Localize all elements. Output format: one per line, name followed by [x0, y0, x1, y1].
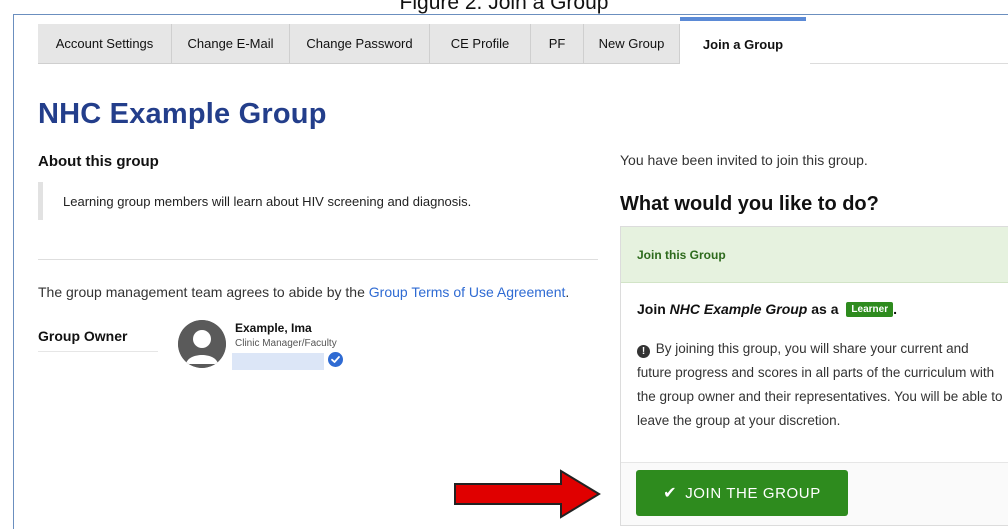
- tab-account-settings[interactable]: Account Settings: [38, 24, 172, 64]
- info-icon: !: [637, 345, 650, 358]
- tab-change-email[interactable]: Change E-Mail: [172, 24, 290, 64]
- join-suffix: .: [893, 301, 897, 317]
- terms-suffix: .: [565, 284, 570, 300]
- join-prefix: Join: [637, 301, 670, 317]
- figure-caption: Figure 2. Join a Group: [399, 0, 609, 14]
- role-badge: Learner: [846, 301, 894, 317]
- avatar-placeholder-icon: [178, 320, 226, 368]
- tab-change-password[interactable]: Change Password: [290, 24, 430, 64]
- group-owner-label: Group Owner: [38, 328, 128, 344]
- frame-top-line: [640, 14, 1008, 15]
- terms-prefix: The group management team agrees to abid…: [38, 284, 369, 300]
- tab-new-group[interactable]: New Group: [584, 24, 680, 64]
- about-heading: About this group: [38, 153, 159, 170]
- verified-badge-icon: [328, 352, 343, 367]
- tab-bar: Account Settings Change E-Mail Change Pa…: [38, 17, 806, 64]
- check-icon: ✔: [663, 485, 678, 502]
- tab-pf[interactable]: PF: [531, 24, 584, 64]
- join-button-label: JOIN THE GROUP: [685, 484, 821, 502]
- join-statement: Join NHC Example Group as a Learner .: [637, 301, 897, 317]
- invitation-text: You have been invited to join this group…: [620, 152, 868, 168]
- join-info-text: By joining this group, you will share yo…: [637, 341, 1003, 428]
- join-info: ! By joining this group, you will share …: [637, 337, 1005, 433]
- join-panel-header: Join this Group: [621, 227, 1008, 283]
- join-panel-title: Join this Group: [637, 247, 726, 262]
- group-description-text: Learning group members will learn about …: [63, 193, 472, 209]
- join-panel: Join this Group Join NHC Example Group a…: [620, 226, 1008, 526]
- tab-ce-profile[interactable]: CE Profile: [430, 24, 531, 64]
- terms-statement: The group management team agrees to abid…: [38, 284, 569, 300]
- action-question: What would you like to do?: [620, 193, 879, 215]
- tab-join-a-group[interactable]: Join a Group: [680, 17, 806, 64]
- tab-baseline: [810, 63, 1008, 64]
- owner-email-redacted: [232, 353, 324, 370]
- arrow-pointer-icon: [454, 469, 601, 519]
- owner-name[interactable]: Example, Ima: [235, 321, 312, 335]
- group-description: Learning group members will learn about …: [38, 182, 598, 220]
- section-divider: [38, 259, 598, 260]
- owner-role: Clinic Manager/Faculty: [235, 338, 337, 349]
- page-title: NHC Example Group: [38, 98, 327, 130]
- owner-label-underline: [38, 351, 158, 352]
- terms-of-use-link[interactable]: Group Terms of Use Agreement: [369, 284, 566, 300]
- join-as: as a: [807, 301, 843, 317]
- join-group-button[interactable]: ✔ JOIN THE GROUP: [636, 470, 848, 516]
- join-group-name: NHC Example Group: [669, 301, 808, 317]
